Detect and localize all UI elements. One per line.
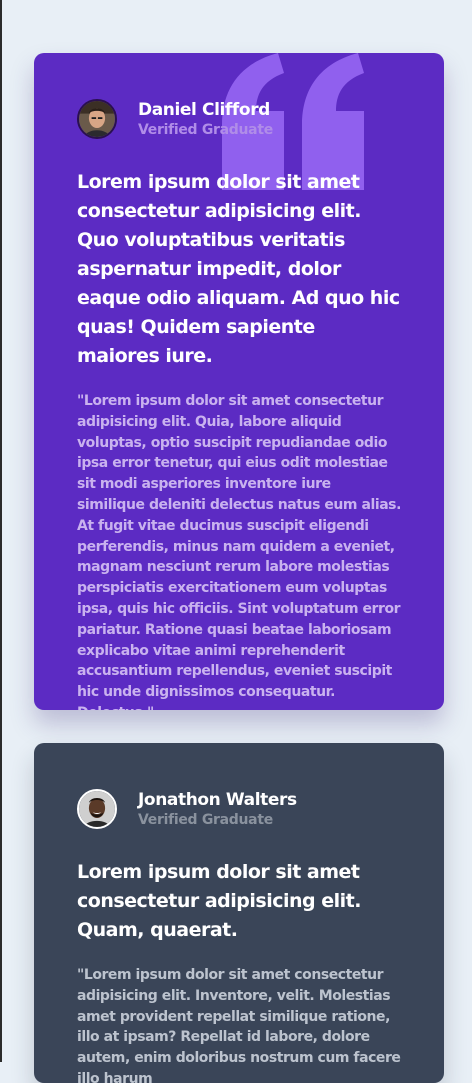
testimonial-card-jonathon: Jonathon Walters Verified Graduate Lorem… (34, 743, 444, 1083)
testimonial-headline: Lorem ipsum dolor sit amet consectetur a… (77, 861, 361, 941)
author-role: Verified Graduate (138, 121, 273, 138)
testimonial-quote: "Lorem ipsum dolor sit amet consectetur … (77, 393, 401, 710)
avatar-photo-jonathon-icon (77, 789, 117, 829)
testimonial-quote: "Lorem ipsum dolor sit amet consectetur … (77, 967, 401, 1083)
author-role: Verified Graduate (138, 811, 273, 828)
testimonial-headline: Lorem ipsum dolor sit amet consectetur a… (77, 171, 400, 367)
testimonial-card-daniel: Daniel Clifford Verified Graduate Lorem … (34, 53, 444, 710)
avatar-photo-daniel-icon (77, 99, 117, 139)
window-edge (0, 0, 2, 1062)
author-row: Jonathon Walters Verified Graduate (77, 787, 401, 831)
author-meta: Daniel Clifford Verified Graduate (138, 99, 273, 140)
author-row: Daniel Clifford Verified Graduate (77, 97, 401, 141)
author-name: Jonathon Walters (138, 789, 297, 810)
author-meta: Jonathon Walters Verified Graduate (138, 789, 297, 830)
author-name: Daniel Clifford (138, 99, 270, 120)
